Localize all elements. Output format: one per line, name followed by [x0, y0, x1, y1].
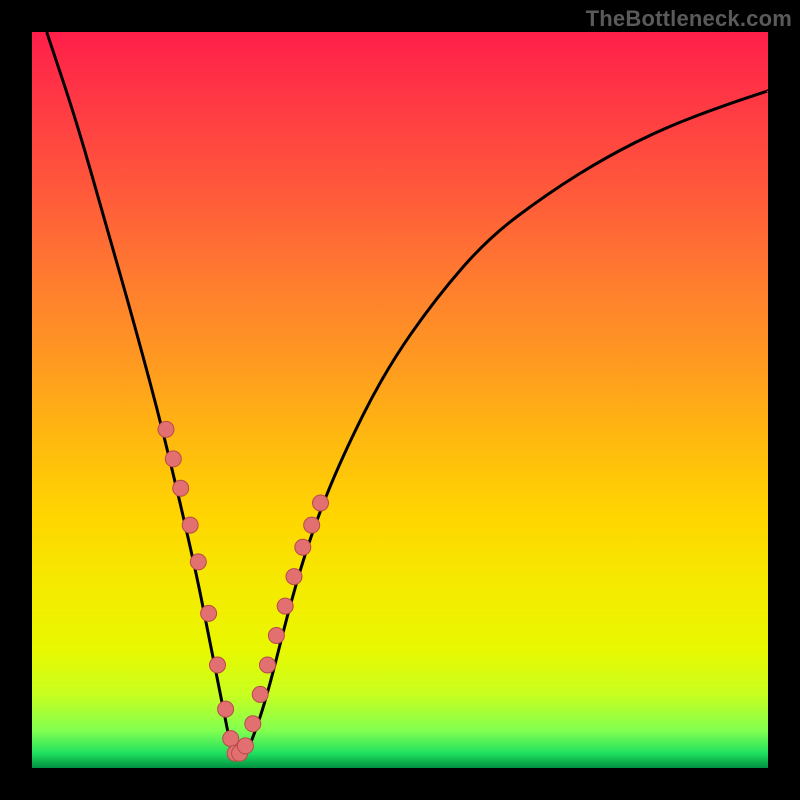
chart-container: TheBottleneck.com: [0, 0, 800, 800]
data-marker: [304, 517, 320, 533]
bottleneck-curve: [47, 32, 768, 758]
data-marker: [158, 421, 174, 437]
data-marker: [268, 628, 284, 644]
data-marker: [201, 605, 217, 621]
data-marker: [286, 569, 302, 585]
curve-svg: [32, 32, 768, 768]
data-marker: [210, 657, 226, 673]
marker-group: [158, 421, 329, 761]
data-marker: [165, 451, 181, 467]
data-marker: [245, 716, 261, 732]
data-marker: [223, 731, 239, 747]
data-marker: [260, 657, 276, 673]
data-marker: [173, 480, 189, 496]
data-marker: [295, 539, 311, 555]
data-marker: [182, 517, 198, 533]
data-marker: [237, 738, 253, 754]
data-marker: [252, 686, 268, 702]
data-marker: [277, 598, 293, 614]
data-marker: [218, 701, 234, 717]
data-marker: [313, 495, 329, 511]
data-marker: [190, 554, 206, 570]
plot-area: [32, 32, 768, 768]
watermark-text: TheBottleneck.com: [586, 6, 792, 32]
